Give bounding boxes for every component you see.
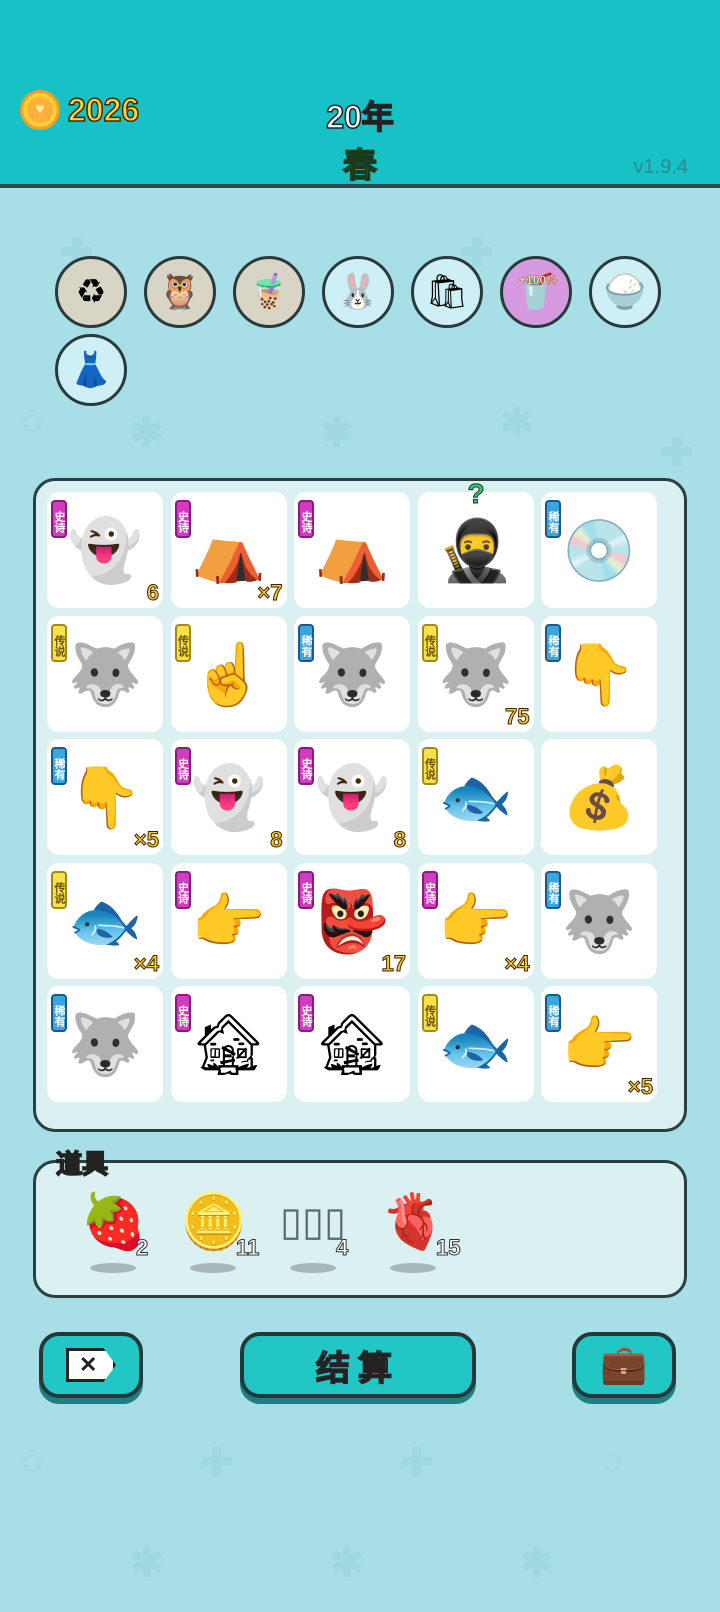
- version-label: v1.9.4: [633, 156, 688, 178]
- recycle-bag-perk[interactable]: 🛍: [411, 256, 483, 328]
- haunted-house-icon: 🏚: [190, 1011, 267, 1078]
- skirt-perk[interactable]: 👗: [55, 334, 127, 406]
- board-cell-thief[interactable]: 🥷?: [417, 478, 534, 608]
- rabbit-tent-icon: ⛺: [314, 517, 390, 584]
- item-count: 17: [381, 950, 407, 976]
- perk-badge: +100%: [519, 273, 557, 288]
- brown-pointer-icon: 👇: [561, 640, 637, 708]
- coin-pile-icon: 💰: [561, 764, 637, 831]
- prop-shadow: [90, 1263, 136, 1273]
- board-cell-brown-pointer[interactable]: 稀有 👇: [541, 615, 657, 732]
- item-count: 8: [270, 827, 283, 853]
- owls-perk-icon: 🦉: [158, 273, 202, 311]
- gray-pointer-icon: 👉: [191, 887, 266, 955]
- prop-count: 15: [435, 1235, 461, 1261]
- year-label: 20年: [325, 98, 394, 136]
- item-count: ×7: [257, 580, 283, 606]
- board-cell-ghost[interactable]: 史诗 👻 6: [47, 492, 163, 608]
- rice-bowl-perk-icon: 🍚: [603, 273, 647, 311]
- haunted-house-icon: 🏚: [313, 1011, 391, 1078]
- prop-count: 4: [335, 1235, 349, 1261]
- prop-count: 11: [235, 1235, 260, 1261]
- inventory-button[interactable]: 💼: [572, 1332, 676, 1398]
- cd-disc-icon: 💿: [561, 517, 637, 584]
- board-cell-gray-pointer[interactable]: 史诗 👉 ×4: [417, 862, 534, 979]
- owls-perk[interactable]: 🦉: [144, 256, 216, 328]
- recycle-bag-perk-icon: 🛍: [425, 273, 469, 311]
- close-icon: ✕: [66, 1348, 116, 1382]
- item-count: ×5: [627, 1074, 653, 1100]
- prop-count: 2: [135, 1235, 149, 1261]
- board-cell-husky-king[interactable]: 传说 🐺: [47, 615, 163, 732]
- refresh-perk-icon: ♻: [75, 273, 107, 311]
- slot-board: 史诗 👻 6 史诗 ⛺ ×7 史诗 ⛺ 🥷? 稀有 💿 传说 🐺 传说 ☝ 稀有 🐺 传说 🐺 75 稀有 👇 稀有 👇 ×5 史…: [33, 478, 687, 1132]
- rabbit-perk[interactable]: 🐰: [322, 256, 394, 328]
- settle-button[interactable]: 结算: [240, 1332, 476, 1398]
- board-cell-haunted-house[interactable]: 史诗 🏚: [294, 986, 410, 1102]
- rabbit-perk-icon: 🐰: [336, 273, 380, 311]
- items-title: 道具: [55, 1148, 109, 1180]
- item-count: ×4: [133, 950, 159, 976]
- prop-shadow: [190, 1263, 236, 1273]
- husky-icon: 🐺: [67, 1011, 143, 1078]
- husky-icon: 🐺: [314, 640, 390, 708]
- ghost-icon: 👻: [67, 517, 143, 584]
- board-cell-husky[interactable]: 稀有 🐺: [47, 986, 163, 1102]
- bubble-tea-perk[interactable]: 🧋: [233, 256, 305, 328]
- top-bar: ♥ 2026 20年 春 v1.9.4: [0, 0, 720, 188]
- board-cell-rabbit-tent[interactable]: 史诗 ⛺ ×7: [170, 492, 287, 608]
- husky-king-icon: 🐺: [67, 640, 143, 708]
- strawberry-prop[interactable]: 🍓 2: [80, 1189, 170, 1279]
- bubble-tea-perk-icon: 🧋: [247, 273, 291, 311]
- board-cell-husky-king[interactable]: 传说 🐺 75: [417, 615, 534, 732]
- prop-shadow: [290, 1263, 336, 1273]
- board-cell-rabbit-tent[interactable]: 史诗 ⛺: [294, 492, 410, 608]
- board-cell-black-white-impermanence[interactable]: 史诗 👺 17: [294, 862, 410, 979]
- board-cell-gray-pointer[interactable]: 史诗 👉: [170, 862, 287, 979]
- ghost-icon: 👻: [314, 764, 390, 831]
- question-mark: ?: [467, 478, 485, 510]
- board-cell-haunted-house[interactable]: 史诗 🏚: [170, 986, 287, 1102]
- items-panel: 🍓 2 🪙 11 ▯▯▯ 4 🫀 15: [33, 1160, 687, 1298]
- board-cell-coin-pile[interactable]: 💰: [541, 739, 657, 855]
- exit-button[interactable]: ✕: [39, 1332, 143, 1398]
- board-cell-yellow-pointer[interactable]: 传说 ☝: [170, 615, 287, 732]
- item-count: ×4: [504, 950, 530, 976]
- board-cell-cd-disc[interactable]: 稀有 💿: [541, 492, 657, 608]
- board-cell-husky[interactable]: 稀有 🐺: [541, 862, 657, 979]
- board-cell-husky[interactable]: 稀有 🐺: [294, 615, 410, 732]
- board-cell-koi-fish[interactable]: 传说 🐟: [417, 986, 534, 1102]
- item-count: 6: [146, 580, 159, 606]
- thief-icon: 🥷: [438, 517, 513, 584]
- item-count: 8: [393, 827, 406, 853]
- rice-bowl-perk[interactable]: 🍚: [589, 256, 661, 328]
- skirt-perk-icon: 👗: [69, 351, 113, 389]
- tea-bonus-perk[interactable]: 🥤 +100%: [500, 256, 572, 328]
- board-cell-brown-pointer[interactable]: 稀有 👉 ×5: [541, 986, 657, 1102]
- board-cell-ghost[interactable]: 史诗 👻 8: [170, 739, 287, 855]
- item-count: 75: [505, 703, 531, 729]
- season-label: 春: [342, 146, 378, 186]
- prop-shadow: [390, 1263, 436, 1273]
- briefcase-icon: 💼: [600, 1344, 648, 1386]
- liver-prop[interactable]: 🫀 15: [380, 1189, 470, 1279]
- husky-icon: 🐺: [561, 887, 637, 955]
- board-cell-koi-fish[interactable]: 传说 🐟 ×4: [47, 862, 163, 979]
- yellow-pointer-icon: ☝: [191, 640, 266, 708]
- slots-prop[interactable]: ▯▯▯ 4: [280, 1189, 370, 1279]
- coin-prop[interactable]: 🪙 11: [180, 1189, 270, 1279]
- koi-fish-icon: 🐟: [438, 764, 513, 831]
- board-cell-brown-pointer[interactable]: 稀有 👇 ×5: [47, 739, 163, 855]
- board-cell-ghost[interactable]: 史诗 👻 8: [294, 739, 410, 855]
- board-cell-koi-fish[interactable]: 传说 🐟: [417, 739, 534, 855]
- item-count: ×5: [133, 827, 159, 853]
- refresh-perk[interactable]: ♻: [55, 256, 127, 328]
- koi-fish-icon: 🐟: [438, 1011, 513, 1078]
